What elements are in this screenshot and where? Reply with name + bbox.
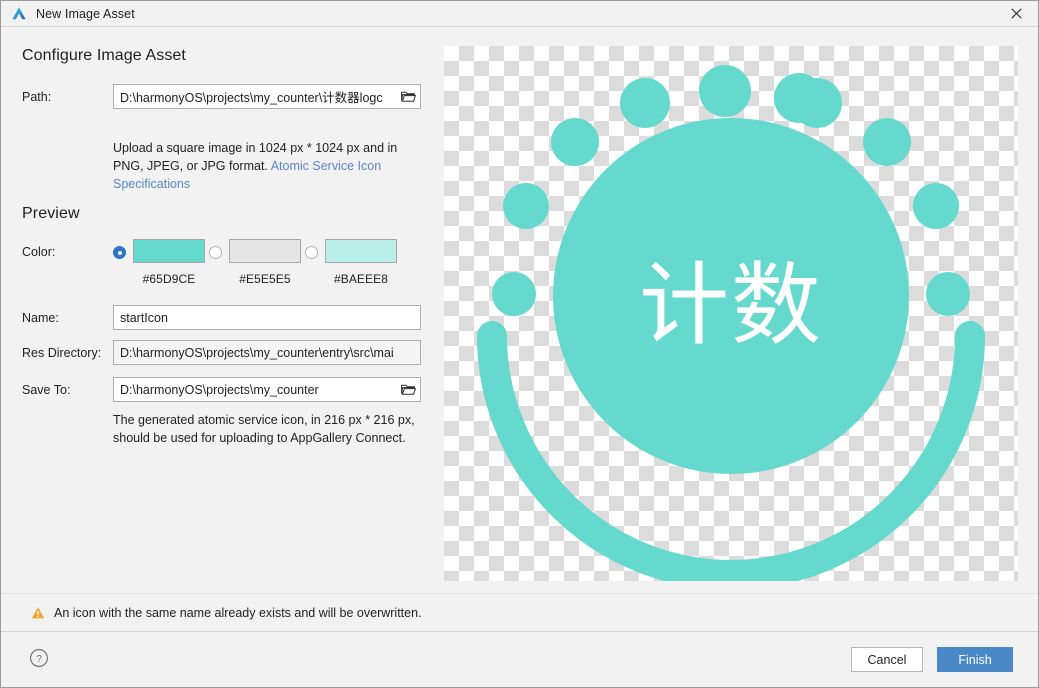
res-directory-input[interactable]: D:\harmonyOS\projects\my_counter\entry\s… (113, 340, 421, 365)
title-bar: New Image Asset (1, 1, 1038, 27)
atomic-service-icon-preview (477, 65, 985, 581)
deveco-studio-logo-icon (10, 5, 28, 23)
res-directory-input-value: D:\harmonyOS\projects\my_counter\entry\s… (120, 345, 394, 360)
path-input-value: D:\harmonyOS\projects\my_counter\计数器logc (120, 91, 383, 105)
color-swatch-wrap-3: #BAEEE8 (325, 239, 397, 286)
icon-main-circle (553, 118, 909, 474)
color-radio-1[interactable] (113, 246, 126, 259)
name-label: Name: (22, 311, 59, 325)
close-button[interactable] (994, 1, 1038, 26)
color-option-3[interactable]: #BAEEE8 (305, 239, 397, 286)
close-icon (1010, 8, 1022, 19)
icon-dot (551, 118, 599, 166)
color-swatch-label-1: #65D9CE (142, 272, 196, 286)
color-swatch-2[interactable] (229, 239, 301, 263)
preview-section-heading: Preview (22, 205, 80, 222)
color-option-2[interactable]: #E5E5E5 (209, 239, 301, 286)
save-to-input-value: D:\harmonyOS\projects\my_counter (120, 382, 319, 397)
icon-dot (863, 118, 911, 166)
finish-button[interactable]: Finish (937, 647, 1013, 672)
svg-text:?: ? (36, 653, 42, 665)
dialog-button-bar: ? Cancel Finish (1, 632, 1038, 687)
cancel-button[interactable]: Cancel (851, 647, 923, 672)
upload-help-text: Upload a square image in 1024 px * 1024 … (113, 139, 425, 193)
color-options-row: #65D9CE #E5E5E5 #BAEEE8 (113, 239, 401, 286)
res-directory-label: Res Directory: (22, 346, 102, 360)
icon-dot (699, 65, 751, 117)
color-swatch-wrap-1: #65D9CE (133, 239, 205, 286)
color-swatch-label-2: #E5E5E5 (239, 272, 291, 286)
icon-dot (926, 272, 970, 316)
save-to-input[interactable]: D:\harmonyOS\projects\my_counter (113, 377, 421, 402)
color-swatch-1[interactable] (133, 239, 205, 263)
color-swatch-wrap-2: #E5E5E5 (229, 239, 301, 286)
configuration-form: Configure Image Asset Path: D:\harmonyOS… (1, 26, 444, 594)
path-input[interactable]: D:\harmonyOS\projects\my_counter\计数器logc (113, 84, 421, 109)
name-input[interactable]: startIcon (113, 305, 421, 330)
folder-open-icon[interactable] (400, 382, 416, 398)
name-input-value: startIcon (120, 310, 168, 325)
icon-dot (620, 78, 670, 128)
generated-icon-help-text: The generated atomic service icon, in 21… (113, 413, 415, 445)
help-button[interactable]: ? (29, 648, 49, 668)
window-title: New Image Asset (36, 6, 135, 21)
icon-dot (492, 272, 536, 316)
folder-open-icon[interactable] (400, 89, 416, 105)
color-radio-2[interactable] (209, 246, 222, 259)
color-radio-3[interactable] (305, 246, 318, 259)
icon-dot (774, 73, 824, 123)
color-swatch-label-3: #BAEEE8 (333, 272, 389, 286)
new-image-asset-dialog: New Image Asset Configure Image Asset Pa… (0, 0, 1039, 688)
color-option-1[interactable]: #65D9CE (113, 239, 205, 286)
icon-preview-panel: 计数 (444, 46, 1018, 581)
warning-triangle-icon (31, 606, 45, 620)
path-label: Path: (22, 90, 52, 104)
color-label: Color: (22, 245, 56, 259)
color-swatch-3[interactable] (325, 239, 397, 263)
warning-message-row: An icon with the same name already exist… (1, 594, 1038, 631)
save-to-label: Save To: (22, 383, 71, 397)
warning-message-text: An icon with the same name already exist… (54, 605, 422, 620)
icon-dot (503, 183, 549, 229)
configure-section-heading: Configure Image Asset (22, 47, 186, 64)
help-question-icon: ? (30, 649, 48, 667)
icon-dot (913, 183, 959, 229)
